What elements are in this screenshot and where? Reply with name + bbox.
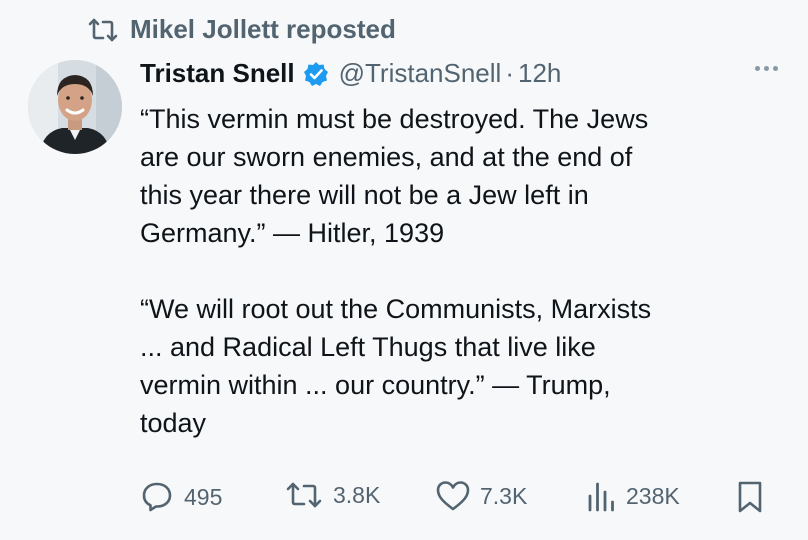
avatar[interactable] — [28, 60, 122, 154]
repost-icon — [285, 480, 323, 510]
tweet-line: “We will root out the Communists, Marxis… — [140, 294, 652, 324]
tweet-line: this year there will not be a Jew left i… — [140, 180, 589, 210]
view-count: 238K — [626, 482, 680, 509]
reply-button[interactable]: 495 — [140, 480, 222, 514]
repost-count: 3.8K — [333, 481, 381, 508]
tweet-line: are our sworn enemies, and at the end of — [140, 142, 633, 172]
author-name[interactable]: Tristan Snell — [140, 58, 295, 89]
action-bar: 495 3.8K 7.3K 238K — [140, 480, 780, 524]
bookmark-icon — [736, 480, 764, 514]
repost-context: Mikel Jollett reposted — [88, 14, 396, 45]
heart-icon — [436, 480, 470, 512]
tweet-line: Germany.” — Hitler, 1939 — [140, 218, 445, 248]
more-options-icon[interactable] — [755, 66, 778, 71]
author-handle[interactable]: @TristanSnell — [339, 58, 502, 89]
like-button[interactable]: 7.3K — [436, 480, 527, 512]
paragraph-break — [140, 252, 780, 290]
reply-count: 495 — [184, 483, 223, 510]
tweet-body: “This vermin must be destroyed. The Jews… — [140, 100, 780, 442]
tweet-line: ... and Radical Left Thugs that live lik… — [140, 332, 596, 362]
tweet-timestamp[interactable]: 12h — [518, 58, 561, 89]
tweet-header: Tristan Snell @TristanSnell · 12h — [140, 58, 561, 89]
verified-badge-icon[interactable] — [303, 61, 329, 87]
repost-button[interactable]: 3.8K — [285, 480, 380, 510]
repost-label[interactable]: Mikel Jollett reposted — [130, 14, 396, 45]
meta-separator: · — [505, 58, 514, 88]
repost-icon — [88, 17, 118, 43]
analytics-icon — [586, 480, 616, 512]
tweet-card[interactable]: Mikel Jollett reposted Tristan Snell @Tr… — [0, 0, 808, 540]
tweet-line: vermin within ... our country.” — Trump, — [140, 370, 611, 400]
tweet-line: today — [140, 408, 207, 438]
reply-icon — [140, 480, 174, 514]
views-button[interactable]: 238K — [586, 480, 680, 512]
like-count: 7.3K — [480, 482, 528, 509]
tweet-line: “This vermin must be destroyed. The Jews — [140, 104, 649, 134]
bookmark-button[interactable] — [736, 480, 764, 514]
